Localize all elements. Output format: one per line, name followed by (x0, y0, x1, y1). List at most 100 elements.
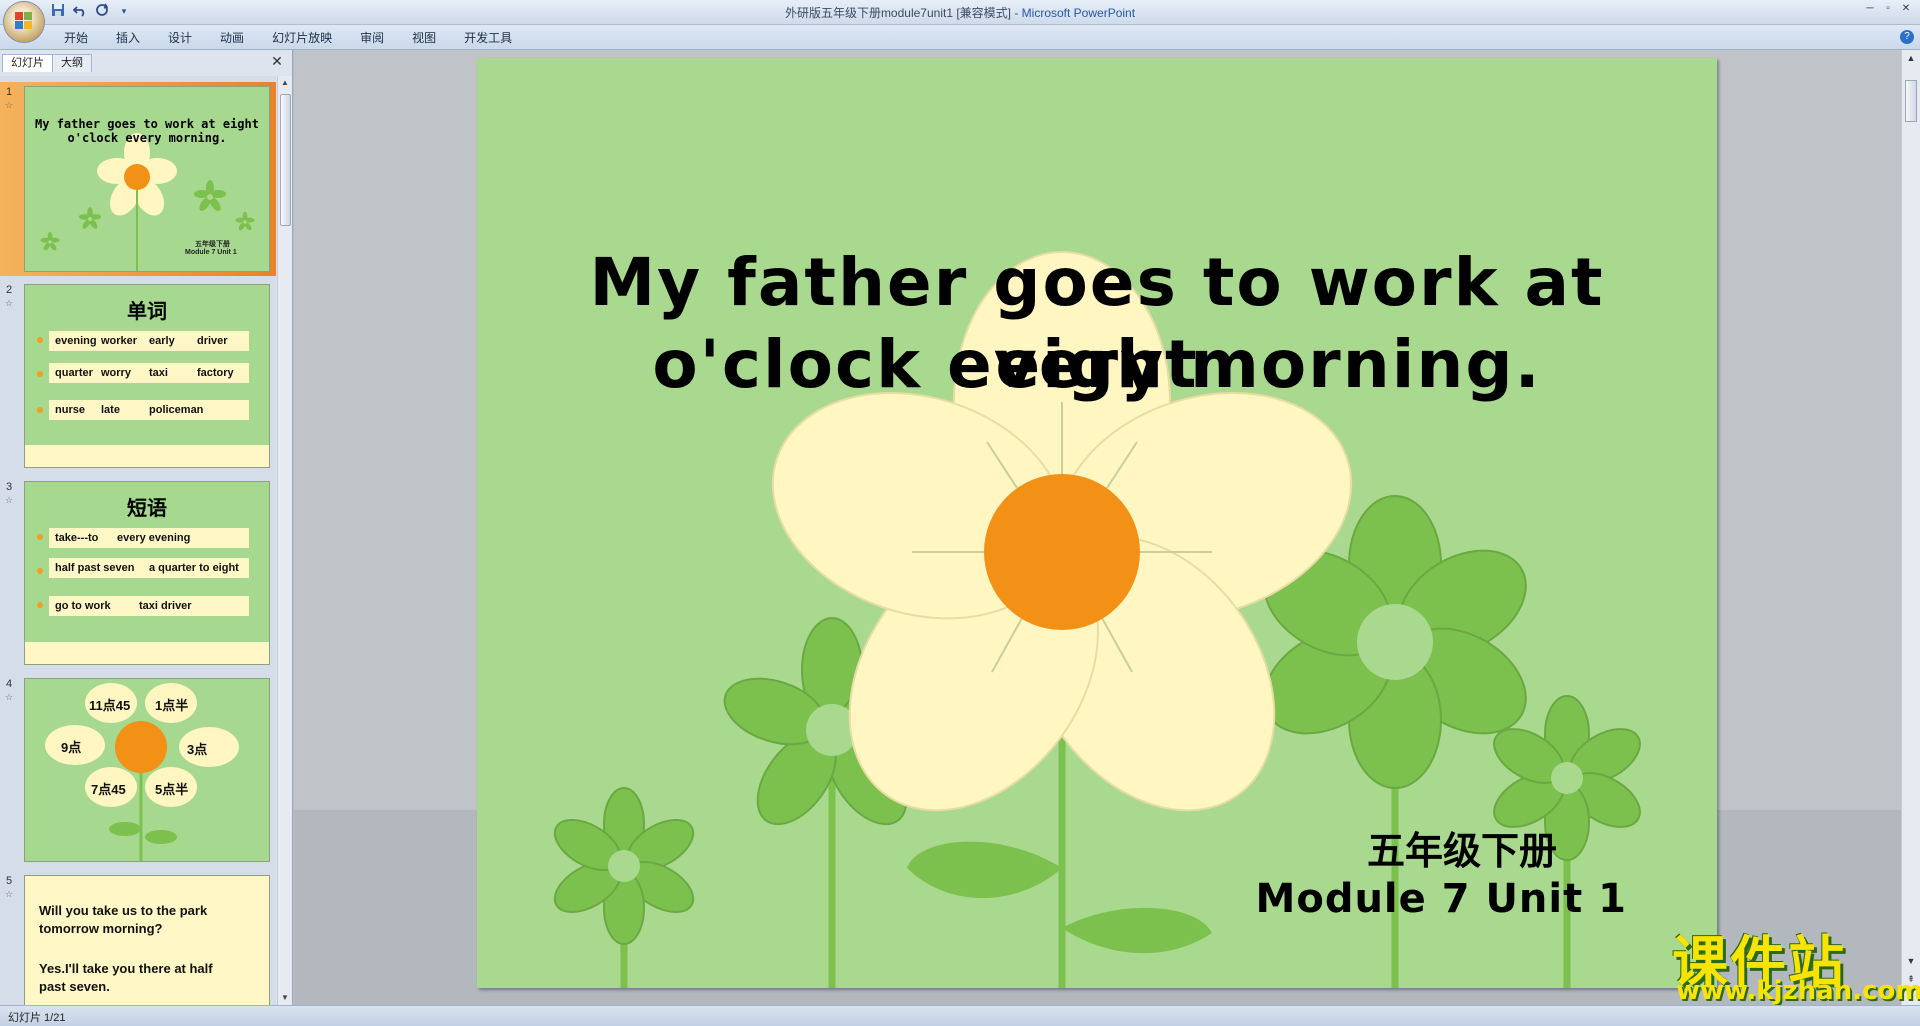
thumb-2-row-2: quarter worry taxi factory (49, 363, 249, 383)
word: evening (55, 335, 97, 347)
office-button[interactable] (4, 2, 44, 42)
ribbon-tabs: 开始 插入 设计 动画 幻灯片放映 审阅 视图 开发工具 (50, 30, 526, 46)
tab-slides[interactable]: 幻灯片 (2, 54, 53, 72)
thumb-5-body: Will you take us to the park tomorrow mo… (25, 876, 269, 1005)
document-title: 外研版五年级下册module7unit1 [兼容模式] - (784, 6, 1022, 20)
scrollbar-thumb[interactable] (280, 94, 291, 226)
thumb-3-title: 短语 (127, 498, 167, 520)
scroll-up-icon[interactable]: ▲ (1902, 50, 1920, 66)
word: worry (101, 367, 131, 379)
slide-grade-label[interactable]: 五年级下册 (1367, 820, 1557, 875)
thumb-5-line: tomorrow morning? (39, 921, 163, 936)
thumbnail-canvas: 短语 take---to every evening half past sev… (24, 481, 270, 665)
thumb-footer-strip (25, 642, 269, 664)
window-controls: ─ ▫ ✕ (1862, 2, 1914, 16)
word: factory (197, 367, 234, 379)
word: driver (197, 335, 228, 347)
word: nurse (55, 404, 85, 416)
slide-title-line2[interactable]: o'clock every morning. (477, 324, 1717, 406)
tab-outline[interactable]: 大纲 (52, 54, 92, 72)
slide-count-status: 幻灯片 1/21 (8, 1012, 66, 1024)
slide-thumbnail-3[interactable]: 3 ☆ 短语 take---to every evening half past… (0, 477, 276, 667)
tab-insert[interactable]: 插入 (102, 30, 154, 46)
tab-home[interactable]: 开始 (50, 30, 102, 46)
slide-thumbnail-list: 1 ☆ My father goes to work at eight o'cl… (0, 76, 276, 1005)
thumb-3-row-2: half past seven a quarter to eight (49, 558, 249, 578)
animation-star-icon: ☆ (5, 100, 14, 110)
thumb-2-title: 单词 (127, 301, 167, 323)
bullet-icon (37, 407, 43, 413)
restore-icon[interactable]: ▫ (1880, 2, 1896, 16)
time-label: 11点45 (89, 698, 131, 713)
phrase: every evening (117, 532, 191, 544)
app-name: Microsoft PowerPoint (1021, 6, 1136, 20)
thumb-5-line: Will you take us to the park (39, 903, 208, 918)
thumb-1-title: My father goes to work at eight o'clock … (25, 117, 269, 145)
close-icon[interactable]: ✕ (1898, 2, 1914, 16)
slide-thumbnail-1[interactable]: 1 ☆ My father goes to work at eight o'cl… (0, 82, 276, 276)
time-label: 9点 (61, 740, 82, 755)
thumbnail-canvas: My father goes to work at eight o'clock … (24, 86, 270, 272)
pane-tabs: 幻灯片 大纲 (2, 54, 92, 72)
tab-review[interactable]: 审阅 (346, 30, 398, 46)
thumb-5-line: past seven. (39, 979, 110, 994)
bullet-icon (37, 534, 43, 540)
word: taxi (149, 367, 168, 379)
thumb-2-row-1: evening worker early driver (49, 331, 249, 351)
phrase: half past seven (55, 562, 135, 574)
thumbnail-scrollbar[interactable]: ▲ ▼ (277, 76, 292, 1005)
phrase: take---to (55, 532, 99, 544)
phrase: taxi driver (139, 600, 192, 612)
thumb-1-title-line1: My father goes to work at eight (35, 117, 259, 131)
tab-design[interactable]: 设计 (154, 30, 206, 46)
word: worker (101, 335, 138, 347)
thumb-2-row-3: nurse late policeman (49, 400, 249, 420)
time-label: 1点半 (155, 698, 189, 713)
bullet-icon (37, 337, 43, 343)
time-label: 5点半 (155, 782, 189, 797)
animation-star-icon: ☆ (5, 889, 14, 899)
slide-number: 2 (6, 284, 13, 296)
scrollbar-thumb[interactable] (1905, 80, 1917, 122)
slide-thumbnail-4[interactable]: 4 ☆ 11点45 1点半 9点 3点 7点45 5点半 (0, 674, 276, 864)
slide-module-label[interactable]: Module 7 Unit 1 (1256, 876, 1627, 922)
time-label: 3点 (187, 742, 208, 757)
phrase: go to work (55, 600, 111, 612)
scroll-down-icon[interactable]: ▼ (278, 991, 292, 1005)
bullet-icon (37, 602, 43, 608)
word: early (149, 335, 175, 347)
help-icon[interactable]: ? (1900, 30, 1914, 44)
minimize-icon[interactable]: ─ (1862, 2, 1878, 16)
slide-number: 4 (6, 678, 13, 690)
thumb-footer-strip (25, 445, 269, 467)
title-bar: ▾ 外研版五年级下册module7unit1 [兼容模式] - Microsof… (0, 0, 1920, 25)
thumb-1-module: Module 7 Unit 1 (185, 249, 237, 256)
bullet-icon (37, 568, 43, 574)
slide-thumbnail-5[interactable]: 5 ☆ Will you take us to the park tomorro… (0, 871, 276, 1005)
current-slide[interactable]: My father goes to work at eight o'clock … (477, 58, 1717, 988)
slide-scrollbar[interactable]: ▲ ▼ ⇞ ⇟ (1901, 50, 1920, 1005)
time-label: 7点45 (91, 782, 126, 797)
slides-pane: 幻灯片 大纲 ✕ 1 ☆ My father goes to work at e… (0, 50, 293, 1005)
tab-developer[interactable]: 开发工具 (450, 30, 526, 46)
thumb-3-row-1: take---to every evening (49, 528, 249, 548)
thumb-1-title-line2: o'clock every morning. (67, 131, 227, 145)
slide-number: 3 (6, 481, 13, 493)
thumbnail-canvas: 11点45 1点半 9点 3点 7点45 5点半 (24, 678, 270, 862)
slide-thumbnail-2[interactable]: 2 ☆ 单词 evening worker early driver quart… (0, 280, 276, 470)
slide-number: 5 (6, 875, 13, 887)
tab-view[interactable]: 视图 (398, 30, 450, 46)
tab-animations[interactable]: 动画 (206, 30, 258, 46)
tab-slideshow[interactable]: 幻灯片放映 (258, 30, 346, 46)
phrase: a quarter to eight (149, 562, 239, 574)
word: quarter (55, 367, 93, 379)
watermark-logo: 课件站 www.kjzhan.com (1672, 918, 1920, 1010)
bullet-icon (37, 371, 43, 377)
animation-star-icon: ☆ (5, 692, 14, 702)
word: late (101, 404, 120, 416)
pane-close-icon[interactable]: ✕ (270, 54, 284, 68)
thumb-5-line: Yes.I'll take you there at half (39, 961, 213, 976)
animation-star-icon: ☆ (5, 495, 14, 505)
scroll-up-icon[interactable]: ▲ (278, 76, 292, 90)
status-bar: 幻灯片 1/21 (0, 1005, 1920, 1026)
